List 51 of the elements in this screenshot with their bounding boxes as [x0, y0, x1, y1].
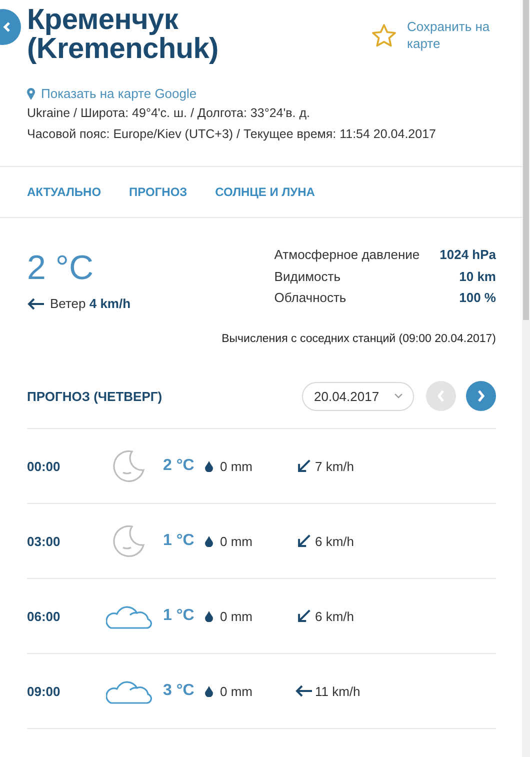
- moon-icon: [112, 524, 146, 558]
- star-icon[interactable]: [371, 22, 397, 48]
- next-day-button[interactable]: [466, 381, 496, 411]
- location-info: Ukraine / Широта: 49°4'с. ш. / Долгота: 33°24'в. д.: [27, 105, 311, 122]
- chevron-right-icon: [477, 390, 485, 402]
- raindrop-icon: [205, 536, 213, 546]
- nav-tab[interactable]: АКТУАЛЬНО: [27, 185, 102, 199]
- stat-label: Облачность: [274, 289, 348, 308]
- source-note: Вычисления с соседних станций (09:00 20.04.2017): [220, 333, 496, 345]
- forecast-title: ПРОГНОЗ (ЧЕТВЕРГ): [27, 388, 164, 404]
- forecast-time: 00:00: [27, 458, 62, 474]
- chevron-left-icon: [3, 22, 11, 32]
- forecast-temperature: 1 °C: [163, 532, 196, 550]
- raindrop-icon: [205, 460, 213, 472]
- nav-tab[interactable]: СОЛНЦЕ И ЛУНА: [215, 185, 315, 199]
- stat-value: 10 km: [458, 268, 496, 286]
- stat-label: Атмосферное давление: [274, 246, 420, 264]
- forecast-temperature: 2 °C: [163, 457, 196, 475]
- wind-speed: 7 km/h: [315, 458, 354, 474]
- precipitation: 0 mm: [220, 608, 252, 624]
- map-pin-icon: [27, 88, 35, 100]
- wind-speed: 11 km/h: [315, 684, 360, 698]
- current-temperature: 2 °C: [27, 248, 95, 288]
- caret-icon: [394, 393, 403, 399]
- city-title: Кременчук (Kremenchuk): [27, 6, 220, 64]
- cloud-icon: [106, 678, 152, 704]
- forecast-time: 03:00: [27, 534, 62, 548]
- date-select[interactable]: 20.04.2017: [302, 382, 414, 410]
- chevron-left-icon: [437, 390, 445, 402]
- stat-value: 100 %: [458, 289, 496, 308]
- forecast-temperature: 1 °C: [163, 607, 196, 625]
- save-link[interactable]: Сохранить на карте: [407, 18, 503, 52]
- moon-icon: [112, 449, 146, 483]
- stat-value: 1024 hPa: [420, 246, 496, 268]
- timezone-info: Часовой пояс: Europe/Kiev (UTC+3) / Текущее время: 11:54 20.04.2017: [27, 126, 437, 143]
- scrollbar[interactable]: [522, 0, 530, 757]
- raindrop-icon: [205, 686, 213, 696]
- stat-label: Видимость: [274, 268, 342, 286]
- precipitation: 0 mm: [220, 684, 252, 698]
- wind-speed: 6 km/h: [315, 534, 354, 548]
- nav-tab[interactable]: ПРОГНОЗ: [129, 185, 188, 199]
- precipitation: 0 mm: [220, 458, 252, 474]
- forecast-time: 06:00: [27, 608, 62, 624]
- map-link[interactable]: Показать на карте Google: [41, 86, 197, 101]
- cloud-icon: [106, 603, 152, 629]
- wind-info: Ветер 4 km/h: [50, 296, 131, 311]
- forecast-time: 09:00: [27, 684, 62, 698]
- precipitation: 0 mm: [220, 534, 252, 548]
- wind-speed: 6 km/h: [315, 608, 354, 624]
- forecast-temperature: 3 °C: [163, 682, 196, 700]
- raindrop-icon: [205, 610, 213, 622]
